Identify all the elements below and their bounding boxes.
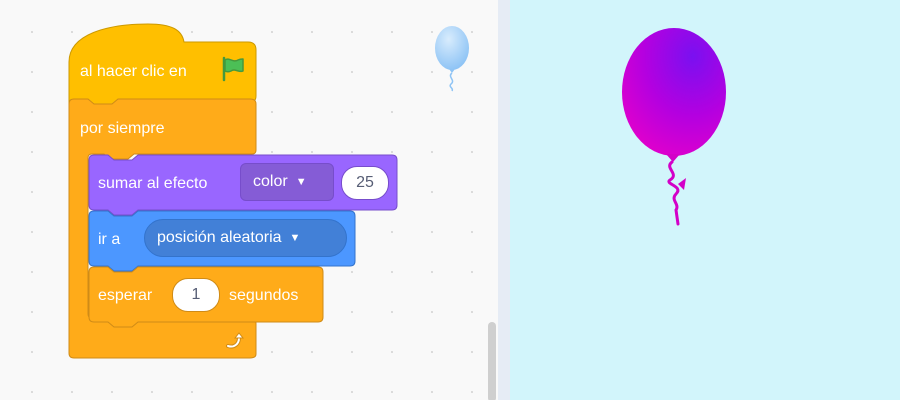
when-flag-clicked-label: al hacer clic en [80,63,187,80]
go-to-target-dropdown[interactable]: posición aleatoria ▼ [144,219,347,257]
wait-suffix-label: segundos [229,287,299,304]
forever-label: por siempre [80,120,165,137]
go-to-label: ir a [98,231,121,248]
effect-dropdown[interactable]: color ▼ [240,163,334,201]
balloon-icon [622,28,726,226]
go-to-target-value: posición aleatoria [157,229,282,246]
effect-dropdown-value: color [253,173,288,190]
green-flag-icon [220,56,246,82]
chevron-down-icon: ▼ [289,232,301,244]
change-effect-label: sumar al efecto [98,175,208,192]
panel-divider [498,0,510,400]
stage-sprite-balloon[interactable] [620,28,730,228]
code-workspace[interactable]: al hacer clic en por siempre sumar al ef… [0,0,498,400]
loop-arrow-icon [224,330,246,352]
wait-prefix-label: esperar [98,287,153,304]
balloon-icon [435,26,469,92]
chevron-down-icon: ▼ [295,176,307,188]
sprite-thumbnail[interactable] [430,24,474,92]
workspace-scrollbar[interactable] [488,322,496,400]
wait-seconds-input[interactable]: 1 [172,278,220,312]
effect-amount-input[interactable]: 25 [341,166,389,200]
stage[interactable] [510,0,900,400]
